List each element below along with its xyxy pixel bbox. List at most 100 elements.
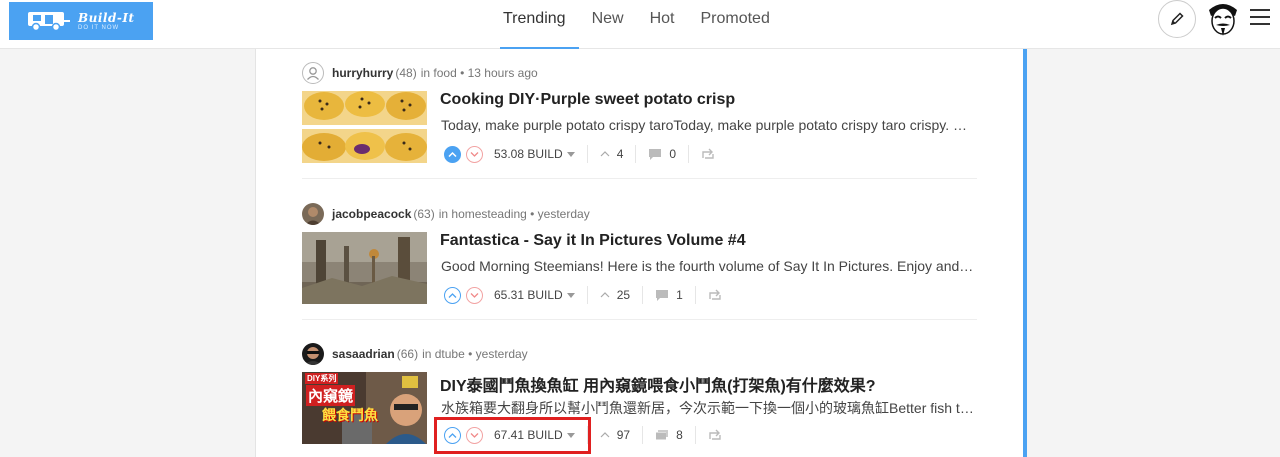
divider bbox=[694, 426, 696, 444]
votes-count[interactable]: 25 bbox=[600, 288, 630, 302]
write-post-button[interactable] bbox=[1158, 0, 1196, 38]
tab-new[interactable]: New bbox=[579, 0, 637, 49]
logo-subtitle: DO IT NOW bbox=[78, 25, 120, 31]
comments-count[interactable]: 0 bbox=[648, 147, 676, 161]
votes-value: 25 bbox=[616, 288, 631, 302]
post-meta: hurryhurry (48) in food • 13 hours ago bbox=[302, 61, 538, 85]
comments-count[interactable]: 8 bbox=[655, 428, 683, 442]
post-category[interactable]: dtube bbox=[435, 347, 465, 361]
post-summary[interactable]: Today, make purple potato crispy taroTod… bbox=[441, 117, 976, 133]
comments-value: 1 bbox=[676, 288, 683, 302]
post-title[interactable]: Fantastica - Say it In Pictures Volume #… bbox=[440, 232, 980, 250]
downvote-button[interactable] bbox=[466, 286, 483, 304]
comment-icon bbox=[649, 148, 662, 160]
post-title[interactable]: DIY泰國鬥魚換魚缸 用內窺鏡喂食小鬥魚(打架魚)有什麼效果? bbox=[440, 372, 980, 396]
payout-amount: 65.31 BUILD bbox=[494, 288, 563, 302]
post-category[interactable]: homesteading bbox=[451, 207, 526, 221]
highlight-box bbox=[434, 417, 591, 454]
author-photo bbox=[302, 203, 324, 225]
payout-value[interactable]: 53.08 BUILD bbox=[494, 147, 575, 161]
logo-title: Build-It bbox=[78, 11, 135, 25]
category-prefix: in bbox=[420, 66, 431, 80]
mask-avatar-icon bbox=[1209, 4, 1237, 36]
author-name[interactable]: jacobpeacock bbox=[332, 207, 411, 221]
comments-value: 8 bbox=[676, 428, 683, 442]
author-avatar[interactable] bbox=[302, 343, 324, 365]
post-thumbnail[interactable] bbox=[302, 91, 427, 163]
post-category[interactable]: food bbox=[433, 66, 456, 80]
thumbnail-image bbox=[302, 232, 427, 304]
post-title[interactable]: Cooking DIY·Purple sweet potato crisp bbox=[440, 91, 980, 109]
comments-stack-icon bbox=[656, 429, 669, 439]
tab-trending[interactable]: Trending bbox=[490, 0, 579, 50]
main-nav: Trending New Hot Promoted bbox=[490, 0, 783, 50]
top-header: Build-It DO IT NOW Trending New Hot Prom… bbox=[0, 0, 1280, 50]
camper-icon bbox=[28, 12, 70, 32]
post-footer: 53.08 BUILD 4 0 bbox=[444, 143, 715, 165]
dropdown-caret-icon bbox=[566, 151, 575, 157]
post-thumbnail[interactable] bbox=[302, 232, 427, 304]
author-avatar[interactable] bbox=[302, 203, 324, 225]
pencil-icon bbox=[1170, 12, 1184, 26]
category-prefix: in bbox=[422, 347, 432, 361]
comments-value: 0 bbox=[669, 147, 677, 161]
payout-value[interactable]: 65.31 BUILD bbox=[494, 288, 575, 302]
post-meta: sasaadrian (66) in dtube • yesterday bbox=[302, 342, 528, 366]
divider bbox=[642, 426, 644, 444]
post-summary[interactable]: 水族箱要大翻身所以幫小鬥魚還新居，今次示範一下換一個小的玻璃魚缸Better f… bbox=[441, 398, 976, 418]
post-feed: hurryhurry (48) in food • 13 hours ago C… bbox=[255, 49, 1025, 457]
post-divider bbox=[302, 178, 977, 179]
post-time[interactable]: 13 hours ago bbox=[468, 66, 538, 80]
chevron-up-icon bbox=[448, 151, 457, 157]
chevron-up-icon bbox=[600, 292, 610, 298]
thumbnail-image bbox=[302, 91, 427, 163]
reblog-icon[interactable] bbox=[708, 429, 722, 441]
post-item: sasaadrian (66) in dtube • yesterday DIY… bbox=[302, 342, 977, 457]
user-avatar[interactable] bbox=[1204, 0, 1242, 38]
chevron-down-icon bbox=[470, 292, 479, 298]
divider bbox=[586, 145, 588, 163]
reblog-icon[interactable] bbox=[701, 148, 715, 160]
dropdown-caret-icon bbox=[566, 292, 575, 298]
author-name[interactable]: hurryhurry bbox=[332, 66, 393, 80]
comments-count[interactable]: 1 bbox=[655, 288, 683, 302]
votes-value: 97 bbox=[616, 428, 631, 442]
tab-promoted[interactable]: Promoted bbox=[687, 0, 782, 49]
menu-icon[interactable] bbox=[1250, 9, 1270, 27]
votes-count[interactable]: 4 bbox=[600, 147, 623, 161]
chevron-up-icon bbox=[600, 151, 610, 157]
author-reputation: (63) bbox=[413, 207, 435, 221]
chevron-down-icon bbox=[470, 151, 479, 157]
chevron-up-icon bbox=[600, 432, 610, 438]
post-time[interactable]: yesterday bbox=[476, 347, 528, 361]
author-reputation: (48) bbox=[395, 66, 417, 80]
post-summary[interactable]: Good Morning Steemians! Here is the four… bbox=[441, 258, 976, 274]
thumb-overlay-line2: 餵食鬥魚 bbox=[322, 407, 378, 423]
post-thumbnail[interactable]: DIY系列 內窺鏡 餵食鬥魚 bbox=[302, 372, 427, 444]
reblog-icon[interactable] bbox=[708, 289, 722, 301]
votes-count[interactable]: 97 bbox=[600, 428, 630, 442]
post-time[interactable]: yesterday bbox=[538, 207, 590, 221]
upvote-button[interactable] bbox=[444, 286, 461, 304]
divider bbox=[642, 286, 644, 304]
default-user-icon bbox=[307, 67, 319, 80]
thumb-overlay-series: DIY系列 bbox=[305, 373, 339, 384]
chevron-up-icon bbox=[448, 292, 457, 298]
upvote-button[interactable] bbox=[444, 145, 461, 163]
scroll-indicator bbox=[1023, 49, 1027, 457]
thumb-overlay-line1: 內窺鏡 bbox=[306, 385, 356, 406]
divider bbox=[688, 145, 690, 163]
post-footer: 65.31 BUILD 25 1 bbox=[444, 284, 722, 306]
divider bbox=[586, 286, 588, 304]
post-item: hurryhurry (48) in food • 13 hours ago C… bbox=[302, 61, 977, 181]
post-item: jacobpeacock (63) in homesteading • yest… bbox=[302, 202, 977, 322]
category-prefix: in bbox=[438, 207, 449, 221]
downvote-button[interactable] bbox=[466, 145, 483, 163]
post-meta: jacobpeacock (63) in homesteading • yest… bbox=[302, 202, 590, 226]
author-photo bbox=[302, 343, 324, 365]
divider bbox=[635, 145, 637, 163]
author-avatar[interactable] bbox=[302, 62, 324, 84]
author-name[interactable]: sasaadrian bbox=[332, 347, 395, 361]
site-logo[interactable]: Build-It DO IT NOW bbox=[9, 2, 153, 40]
tab-hot[interactable]: Hot bbox=[637, 0, 688, 49]
